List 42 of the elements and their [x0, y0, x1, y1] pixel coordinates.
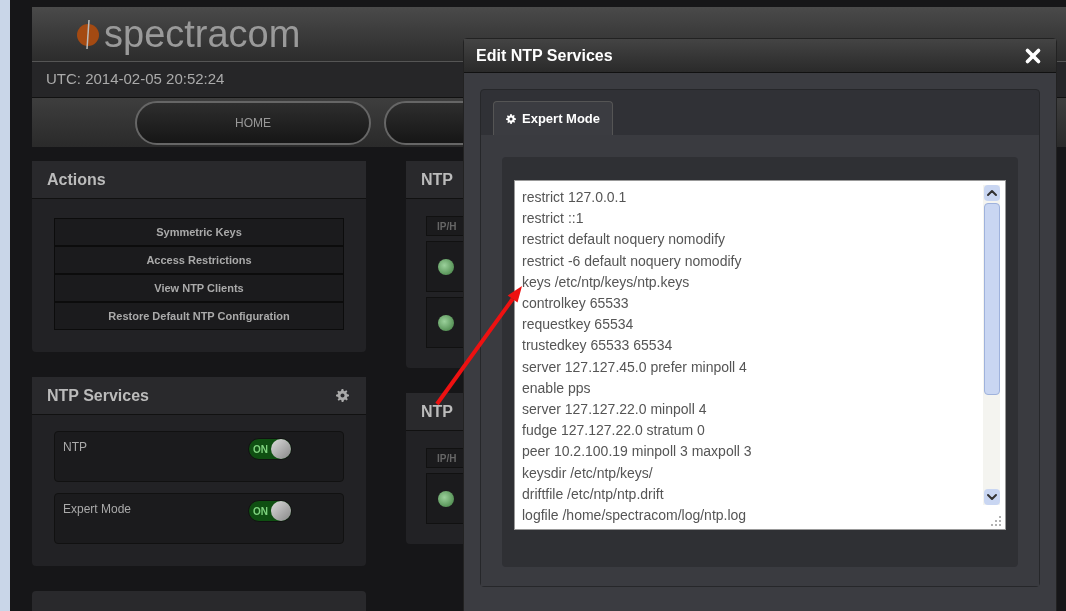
action-button[interactable]: Restore Default NTP Configuration: [54, 302, 344, 330]
toggle-switch[interactable]: ON: [248, 438, 292, 460]
config-line: trustedkey 65533 65534: [522, 336, 673, 356]
dialog-title: Edit NTP Services: [476, 45, 613, 66]
nav-button[interactable]: HOME: [135, 100, 371, 145]
action-button[interactable]: View NTP Clients: [54, 274, 344, 302]
panel-title: NTP Services: [47, 385, 149, 406]
scroll-down-icon[interactable]: [983, 489, 1000, 505]
logo-text: spectracom: [104, 14, 301, 53]
config-line: driftfile /etc/ntp/ntp.drift: [522, 484, 664, 504]
config-line: server 127.127.22.0 minpoll 4: [522, 400, 707, 420]
config-line: restrict 127.0.0.1: [522, 188, 627, 207]
config-line: restrict -6 default noquery nomodify: [522, 251, 742, 271]
scroll-up-icon[interactable]: [983, 185, 1000, 201]
toggle-state-text: ON: [252, 442, 269, 457]
config-line: controlkey 65533: [522, 294, 629, 313]
panel-title: NTP: [421, 401, 453, 422]
config-line: logfile /home/spectracom/log/ntp.log: [522, 506, 747, 526]
config-line: fudge 127.127.22.0 stratum 0: [522, 421, 705, 441]
config-text-field[interactable]: [514, 180, 1006, 530]
toggle-state-text: ON: [252, 504, 269, 519]
action-button[interactable]: Symmetric Keys: [54, 218, 344, 246]
gear-icon: [506, 113, 516, 124]
action-button[interactable]: Access Restrictions: [54, 246, 344, 274]
settings-icon: [336, 389, 349, 402]
scroll-thumb[interactable]: [983, 203, 1000, 395]
resize-grip-icon[interactable]: [991, 516, 1001, 526]
tab[interactable]: Expert Mode: [493, 101, 613, 135]
toggle-knob: [271, 439, 291, 459]
panel-title: NTP: [421, 169, 453, 190]
setting-label: Expert Mode: [63, 501, 133, 518]
config-line: enable pps: [522, 378, 591, 398]
toggle-switch[interactable]: ON: [248, 500, 292, 522]
utc-time: UTC: 2014-02-05 20:52:24: [46, 69, 225, 90]
logo-icon: [76, 17, 100, 50]
toggle-knob: [271, 501, 291, 521]
config-line: keys /etc/ntp/keys/ntp.keys: [522, 272, 690, 292]
setting-label: NTP: [63, 439, 88, 456]
config-line: requestkey 65534: [522, 315, 634, 335]
scrollbar[interactable]: [983, 185, 1000, 505]
panel-title: Actions: [47, 169, 106, 190]
config-line: server 127.127.45.0 prefer minpoll 4: [522, 357, 747, 377]
